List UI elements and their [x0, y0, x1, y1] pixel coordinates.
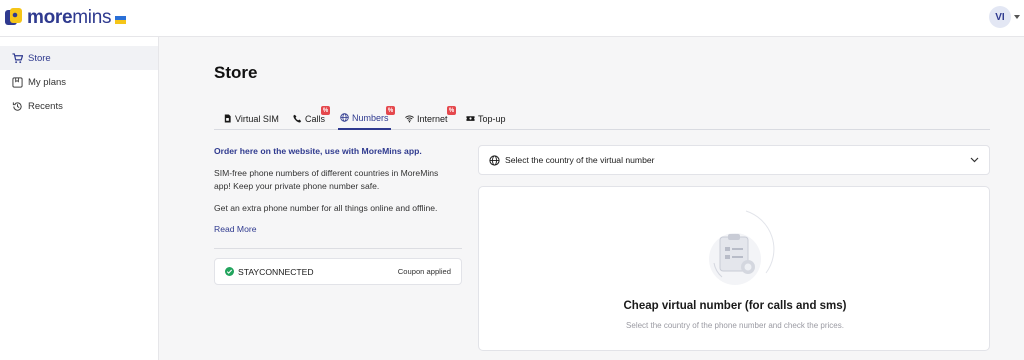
- plans-icon: [12, 76, 23, 88]
- sidebar-item-recents[interactable]: Recents: [0, 94, 158, 118]
- coupon-status: Coupon applied: [397, 267, 451, 276]
- history-icon: [12, 101, 22, 111]
- ukraine-flag-icon: [115, 16, 127, 24]
- tab-label: Top-up: [478, 113, 506, 124]
- country-select[interactable]: Select the country of the virtual number: [478, 145, 990, 175]
- sidebar-item-label: Recents: [28, 100, 63, 112]
- clipboard-illustration-icon: [686, 207, 784, 287]
- product-tabs: Virtual SIM Calls % Numbers % Internet %…: [214, 106, 990, 130]
- empty-state-subtitle: Select the country of the phone number a…: [626, 321, 844, 330]
- tab-virtual-sim[interactable]: Virtual SIM: [221, 107, 281, 130]
- coupon-box: STAYCONNECTED Coupon applied: [214, 258, 462, 285]
- page-title: Store: [214, 63, 258, 82]
- avatar-initials: VI: [995, 11, 1005, 23]
- phone-icon: [293, 114, 302, 123]
- tab-label: Calls: [305, 113, 326, 124]
- sidebar: Store My plans Recents: [0, 37, 159, 360]
- cart-icon: [12, 52, 23, 63]
- top-bar: moremins VI: [0, 0, 1024, 37]
- discount-badge: %: [447, 106, 456, 115]
- description-line: SIM-free phone numbers of different coun…: [214, 168, 439, 178]
- globe-icon: [489, 154, 500, 166]
- sidebar-item-store[interactable]: Store: [0, 46, 158, 70]
- discount-badge: %: [386, 106, 395, 115]
- empty-state-title: Cheap virtual number (for calls and sms): [623, 300, 847, 312]
- sim-icon: [224, 114, 231, 123]
- user-avatar[interactable]: VI: [989, 6, 1011, 28]
- tab-label: Internet: [417, 113, 448, 124]
- divider: [214, 248, 462, 249]
- description-paragraph: SIM-free phone numbers of different coun…: [214, 167, 462, 193]
- tab-internet[interactable]: Internet %: [403, 106, 456, 130]
- order-info-link[interactable]: Order here on the website, use with More…: [214, 146, 422, 156]
- sidebar-item-label: My plans: [28, 76, 67, 88]
- coupon-code: STAYCONNECTED: [238, 266, 314, 277]
- brand-name: moremins: [27, 7, 112, 28]
- empty-state-panel: Cheap virtual number (for calls and sms)…: [478, 186, 990, 351]
- sidebar-item-label: Store: [28, 52, 51, 64]
- sidebar-item-my-plans[interactable]: My plans: [0, 70, 158, 94]
- tab-calls[interactable]: Calls %: [291, 106, 330, 130]
- tab-label: Numbers: [352, 112, 389, 123]
- chevron-down-icon: [970, 157, 979, 163]
- brand-logo[interactable]: moremins: [5, 7, 127, 29]
- wifi-icon: [405, 115, 414, 123]
- description-paragraph-2: Get an extra phone number for all things…: [214, 203, 438, 213]
- tab-top-up[interactable]: Top-up: [464, 107, 508, 130]
- tab-numbers[interactable]: Numbers %: [338, 106, 395, 130]
- check-circle-icon: [225, 267, 234, 276]
- chevron-down-icon[interactable]: [1014, 15, 1020, 19]
- logo-mark-icon: [5, 8, 23, 28]
- globe-icon: [340, 113, 349, 122]
- discount-badge: %: [321, 106, 330, 115]
- description-line: app! Keep your private phone number safe…: [214, 181, 380, 191]
- ticket-icon: [466, 116, 475, 121]
- tab-label: Virtual SIM: [235, 113, 279, 124]
- read-more-link[interactable]: Read More: [214, 224, 257, 234]
- country-select-placeholder: Select the country of the virtual number: [505, 155, 655, 165]
